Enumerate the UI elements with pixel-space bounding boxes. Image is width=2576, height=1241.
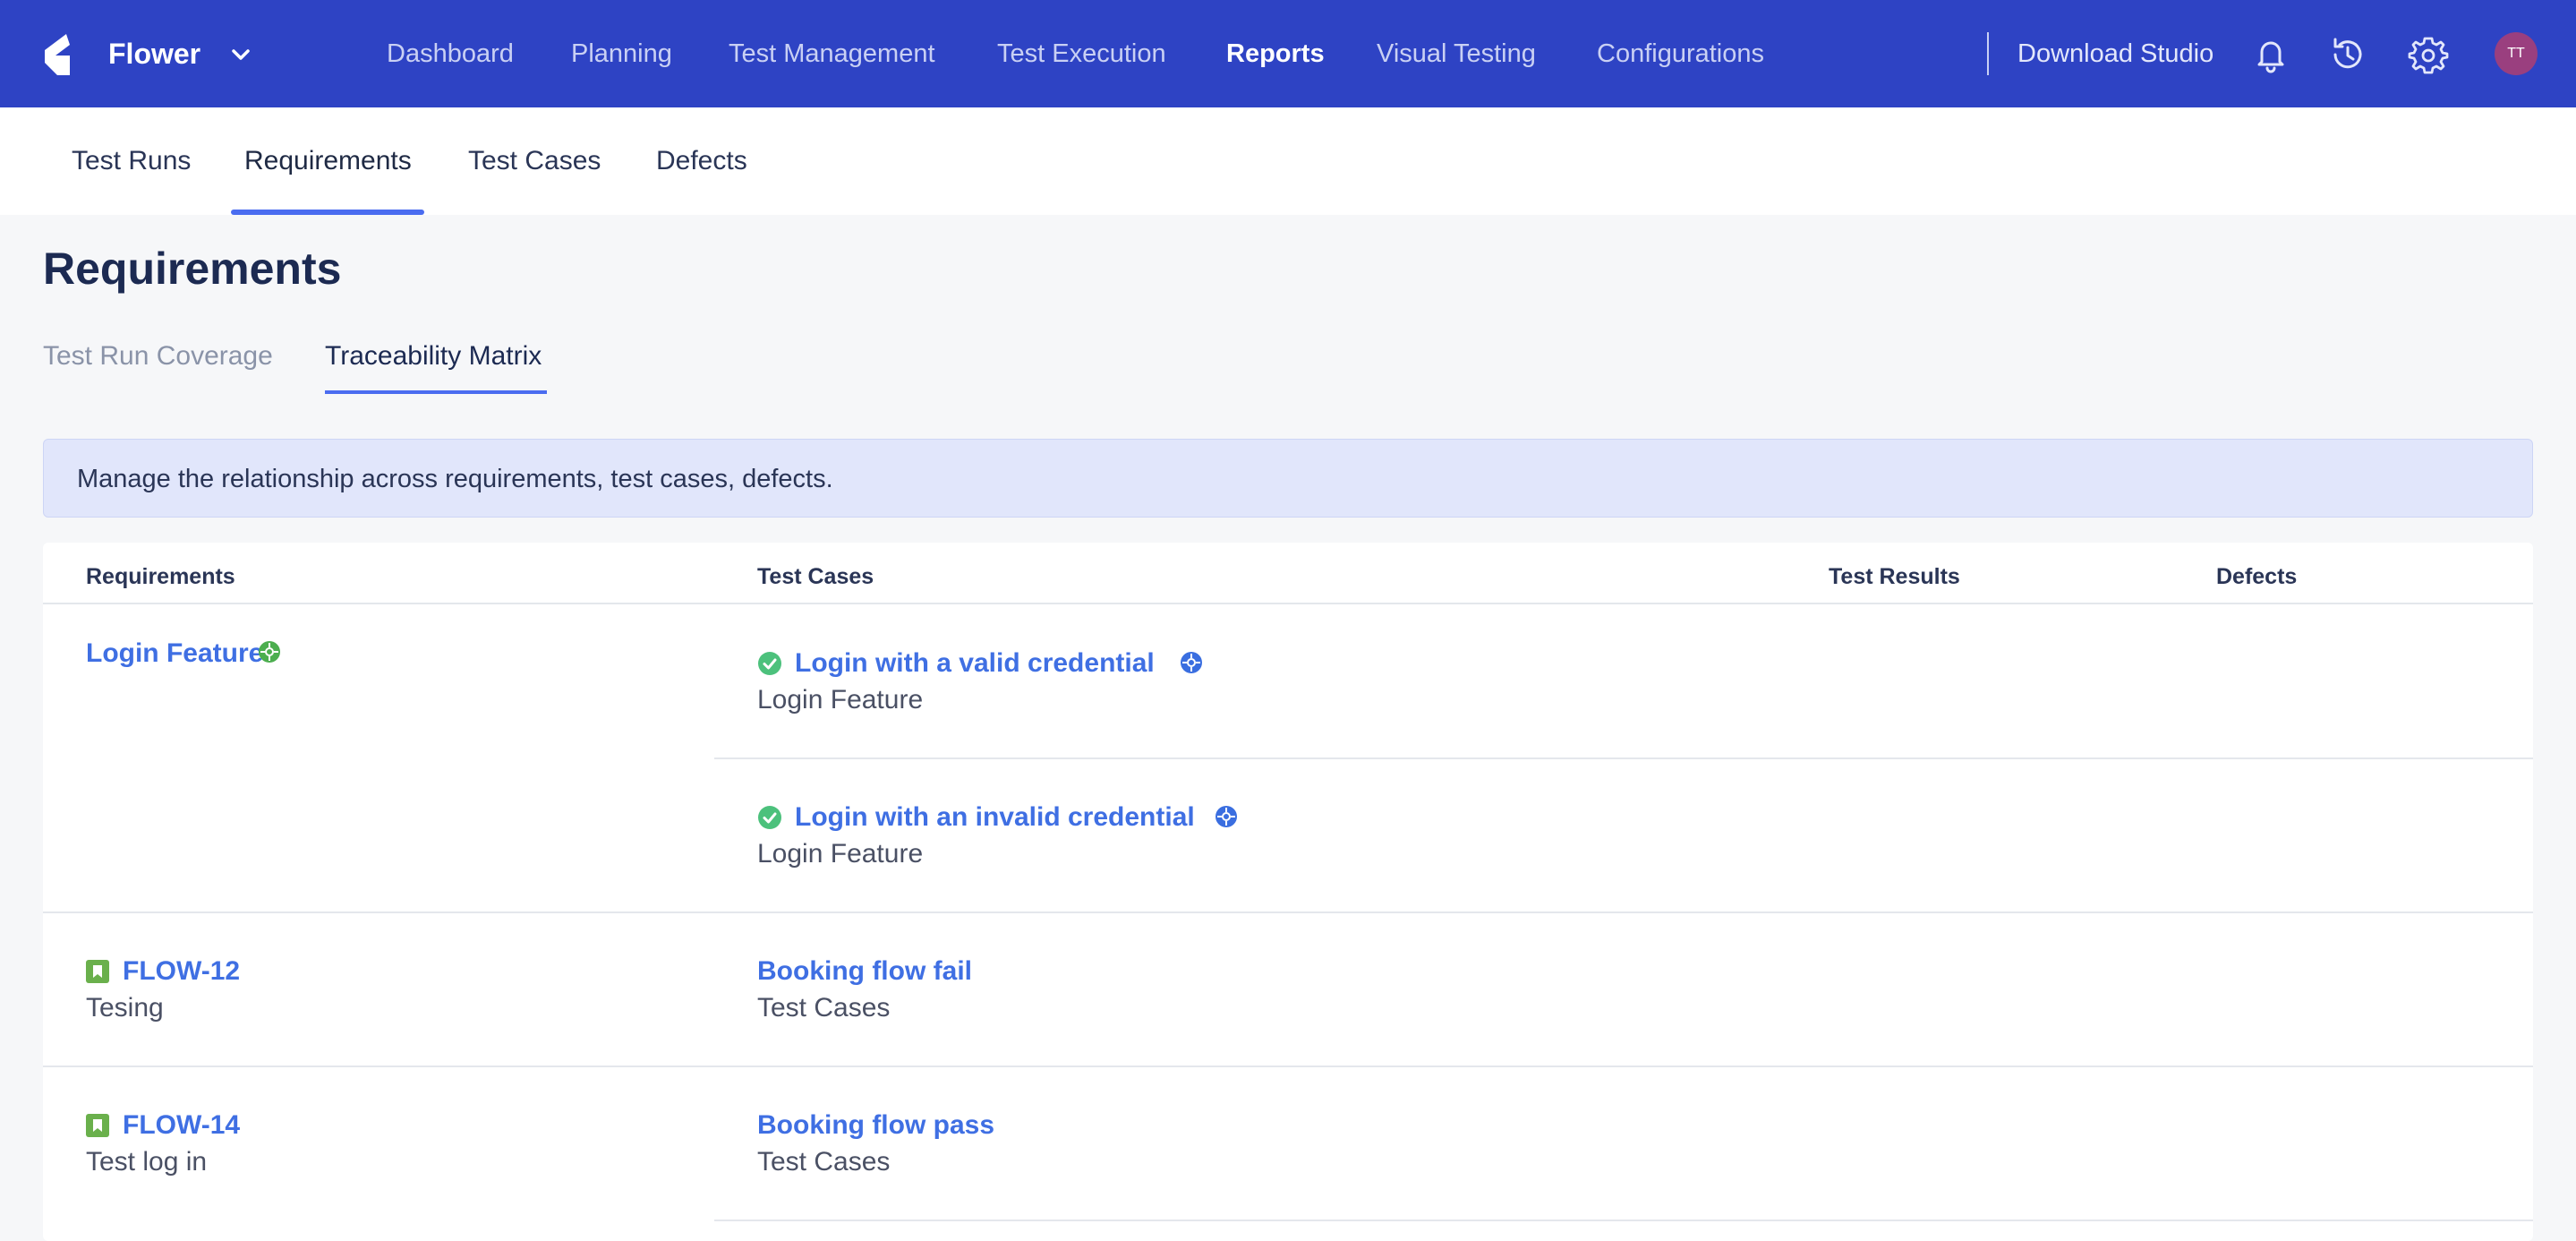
column-header-test-results: Test Results (1829, 564, 1960, 589)
bell-icon[interactable] (2250, 34, 2291, 75)
traceability-table: Requirements Test Cases Test Results Def… (43, 543, 2533, 1241)
story-bookmark-icon (86, 960, 109, 983)
nav-test-execution[interactable]: Test Execution (997, 34, 1166, 73)
test-case-link[interactable]: Booking flow pass (757, 1106, 994, 1145)
tab-traceability-matrix[interactable]: Traceability Matrix (325, 337, 542, 376)
chevron-down-icon[interactable] (227, 41, 254, 68)
avatar[interactable]: TT (2495, 32, 2538, 75)
test-case-folder: Login Feature (757, 839, 924, 869)
gear-icon[interactable] (2408, 34, 2449, 75)
requirement-link[interactable]: FLOW-14 (123, 1106, 240, 1145)
history-icon[interactable] (2327, 34, 2368, 75)
requirement-link[interactable]: FLOW-12 (123, 952, 240, 991)
tab-active-indicator (325, 390, 547, 394)
case-divider (714, 757, 2533, 759)
column-header-defects: Defects (2216, 564, 2298, 589)
subnav-test-runs[interactable]: Test Runs (72, 141, 191, 181)
project-name[interactable]: Flower (108, 34, 200, 73)
check-circle-icon (758, 652, 781, 675)
column-header-requirements: Requirements (86, 564, 235, 589)
info-banner-text: Manage the relationship across requireme… (77, 465, 833, 493)
test-case-link[interactable]: Login with a valid credential (795, 644, 1155, 683)
row-divider (43, 911, 2533, 913)
tab-test-run-coverage[interactable]: Test Run Coverage (43, 337, 273, 376)
header-divider (43, 603, 2533, 604)
test-case-link[interactable]: Booking flow fail (757, 952, 972, 991)
row-divider (43, 1066, 2533, 1067)
requirement-summary: Test log in (86, 1147, 208, 1177)
requirement-link[interactable]: Login Feature (86, 634, 263, 673)
requirement-summary: Tesing (86, 993, 164, 1023)
flower-logo-icon[interactable] (39, 32, 75, 77)
subnav-test-cases[interactable]: Test Cases (468, 141, 601, 181)
download-studio-link[interactable]: Download Studio (2017, 34, 2213, 73)
test-case-folder: Test Cases (757, 993, 891, 1023)
integration-icon (1181, 652, 1202, 673)
integration-icon (259, 641, 280, 663)
info-banner: Manage the relationship across requireme… (43, 439, 2533, 518)
test-case-folder: Login Feature (757, 685, 924, 715)
story-bookmark-icon (86, 1114, 109, 1137)
nav-test-management[interactable]: Test Management (729, 34, 935, 73)
test-case-link[interactable]: Login with an invalid credential (795, 798, 1195, 837)
reports-subnav: Test Runs Requirements Test Cases Defect… (0, 107, 2576, 215)
subnav-active-indicator (231, 210, 424, 215)
nav-dashboard[interactable]: Dashboard (387, 34, 514, 73)
column-header-test-cases: Test Cases (757, 564, 874, 589)
page-title: Requirements (43, 244, 342, 294)
nav-visual-testing[interactable]: Visual Testing (1377, 34, 1536, 73)
top-navigation-bar: Flower Dashboard Planning Test Managemen… (0, 0, 2576, 107)
nav-planning[interactable]: Planning (571, 34, 672, 73)
nav-divider (1987, 32, 1989, 75)
subnav-requirements[interactable]: Requirements (244, 141, 412, 181)
nav-reports[interactable]: Reports (1226, 34, 1325, 73)
integration-icon (1215, 806, 1237, 827)
row-divider (714, 1220, 2533, 1221)
nav-configurations[interactable]: Configurations (1597, 34, 1764, 73)
test-case-folder: Test Cases (757, 1147, 891, 1177)
check-circle-icon (758, 806, 781, 829)
subnav-defects[interactable]: Defects (656, 141, 747, 181)
